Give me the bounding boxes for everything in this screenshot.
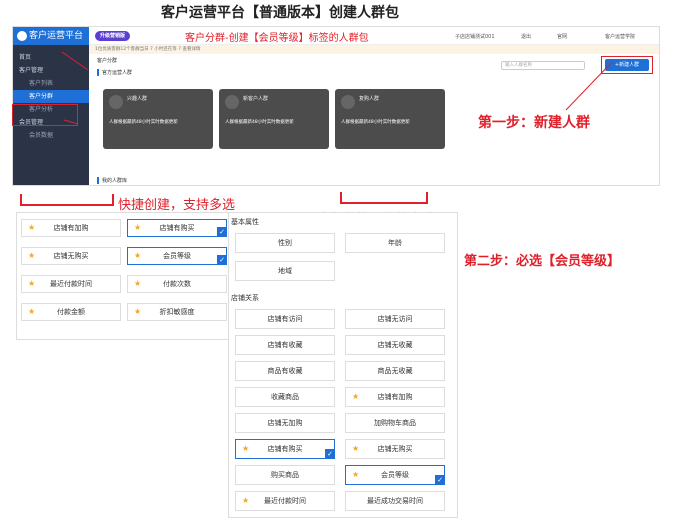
tag-label: 店铺无购买: [53, 252, 89, 260]
tag-label: 店铺有访问: [267, 315, 303, 323]
tag-button[interactable]: 性别: [235, 233, 335, 253]
step1-label: 第一步：新建人群: [478, 115, 590, 131]
tag-label: 商品有收藏: [267, 367, 303, 375]
check-icon: ✓: [217, 227, 227, 237]
bracket-quick: [20, 194, 114, 206]
tag-label: 店铺无购买: [377, 445, 413, 453]
step2-label: 第二步：必选【会员等级】: [464, 254, 621, 269]
star-icon: ★: [134, 307, 142, 316]
check-icon: ✓: [325, 449, 335, 459]
tag-label: 店铺有加购: [377, 393, 413, 401]
tag-button[interactable]: ★ 折扣敏感度: [127, 303, 227, 321]
tag-label: 店铺有加购: [53, 224, 89, 232]
tag-button[interactable]: 购买商品: [235, 465, 335, 485]
tag-button[interactable]: 店铺无收藏: [345, 335, 445, 355]
tag-button[interactable]: ★ 店铺无购买: [21, 247, 121, 265]
tag-button[interactable]: 加购物车商品: [345, 413, 445, 433]
tag-label: 店铺无收藏: [377, 341, 413, 349]
arrow-brand: [61, 51, 89, 71]
tag-button[interactable]: ★ 店铺有加购: [345, 387, 445, 407]
tag-button[interactable]: ★ 店铺无购买: [345, 439, 445, 459]
tag-label: 付款金额: [57, 308, 85, 316]
tag-label: 收藏商品: [271, 393, 299, 401]
tag-label: 店铺有购买: [267, 445, 303, 453]
tag-button[interactable]: ★ 店铺有加购: [21, 219, 121, 237]
tag-label: 年龄: [388, 239, 402, 247]
tag-label: 店铺有收藏: [267, 341, 303, 349]
tag-button[interactable]: 商品无收藏: [345, 361, 445, 381]
star-icon: ★: [28, 307, 36, 316]
arrow-new: [565, 61, 613, 111]
tag-label: 会员等级: [163, 252, 191, 260]
tag-button[interactable]: ★ 店铺有购买 ✓: [127, 219, 227, 237]
tag-button[interactable]: 商品有收藏: [235, 361, 335, 381]
tag-label: 最近付款时间: [50, 280, 92, 288]
tag-button[interactable]: ★ 店铺有购买 ✓: [235, 439, 335, 459]
tag-button[interactable]: 最近成功交易时间: [345, 491, 445, 511]
tag-label: 店铺无加购: [267, 419, 303, 427]
star-icon: ★: [28, 223, 36, 232]
star-icon: ★: [134, 251, 142, 260]
tag-button[interactable]: 店铺有收藏: [235, 335, 335, 355]
check-icon: ✓: [435, 475, 445, 485]
star-icon: ★: [352, 392, 360, 401]
tag-button[interactable]: ★ 会员等级 ✓: [127, 247, 227, 265]
category-store: 店铺关系: [231, 294, 259, 302]
quick-create-panel: ★ 店铺有加购 ★ 店铺有购买 ✓ ★ 店铺无购买 ★ 会员等级 ✓ ★ 最近付款时间 ★ 付款次数 ★ 付款…: [16, 212, 230, 340]
tag-label: 性别: [278, 239, 292, 247]
tag-button[interactable]: 店铺有访问: [235, 309, 335, 329]
tag-button[interactable]: ★ 最近付款时间: [235, 491, 335, 511]
star-icon: ★: [134, 223, 142, 232]
tag-button[interactable]: 店铺无加购: [235, 413, 335, 433]
tag-button[interactable]: ★ 最近付款时间: [21, 275, 121, 293]
tag-label: 店铺无访问: [377, 315, 413, 323]
tag-label: 购买商品: [271, 471, 299, 479]
star-icon: ★: [352, 470, 360, 479]
tag-label: 最近付款时间: [264, 497, 306, 505]
all-tags-panel: 基本属性 店铺关系 性别 年龄地域店铺有访问 店铺无访问店铺有收藏 店铺无收藏商品有收…: [228, 212, 458, 518]
star-icon: ★: [242, 496, 250, 505]
bracket-all: [340, 192, 428, 204]
quick-create-label: 快捷创建，支持多选: [118, 198, 236, 213]
tag-label: 会员等级: [381, 471, 409, 479]
star-icon: ★: [28, 251, 36, 260]
star-icon: ★: [352, 444, 360, 453]
tag-button[interactable]: 收藏商品: [235, 387, 335, 407]
star-icon: ★: [242, 444, 250, 453]
tag-button[interactable]: 店铺无访问: [345, 309, 445, 329]
tag-button[interactable]: 地域: [235, 261, 335, 281]
check-icon: ✓: [217, 255, 227, 265]
category-basic: 基本属性: [231, 218, 259, 226]
tag-label: 商品无收藏: [377, 367, 413, 375]
tag-button[interactable]: ★ 会员等级 ✓: [345, 465, 445, 485]
tag-label: 最近成功交易时间: [367, 497, 423, 505]
arrow-sidebar: [63, 119, 79, 125]
tag-button[interactable]: ★ 付款次数: [127, 275, 227, 293]
tag-label: 折扣敏感度: [159, 308, 195, 316]
tag-button[interactable]: ★ 付款金额: [21, 303, 121, 321]
tag-button[interactable]: 年龄: [345, 233, 445, 253]
tag-label: 付款次数: [163, 280, 191, 288]
tag-label: 地域: [278, 267, 292, 275]
tag-label: 加购物车商品: [374, 419, 416, 427]
tag-label: 店铺有购买: [159, 224, 195, 232]
star-icon: ★: [28, 279, 36, 288]
star-icon: ★: [134, 279, 142, 288]
